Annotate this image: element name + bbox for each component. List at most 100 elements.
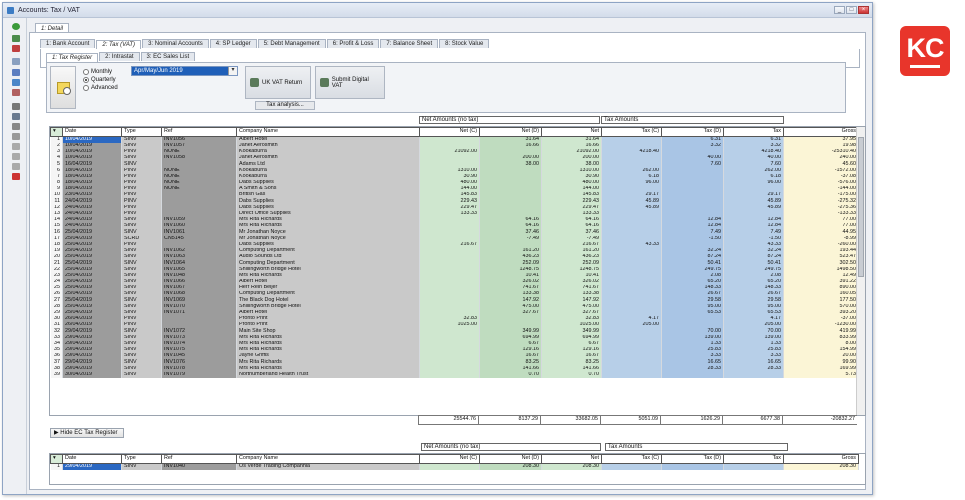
window-title: Accounts: Tax / VAT bbox=[18, 6, 80, 14]
period-advanced-radio[interactable]: Advanced bbox=[83, 85, 118, 91]
tax-c-cell bbox=[601, 371, 662, 378]
ref-cell: INV1040 bbox=[161, 463, 237, 470]
delete-icon[interactable] bbox=[12, 45, 20, 52]
total-cell: 25544.76 bbox=[418, 415, 479, 425]
ec-col-type[interactable]: Type bbox=[121, 454, 162, 464]
radio-selected-icon bbox=[83, 77, 89, 83]
play-icon: ▶ bbox=[54, 430, 59, 436]
exit-icon[interactable] bbox=[12, 173, 20, 180]
ec-col-ref[interactable]: Ref bbox=[161, 454, 237, 464]
print-icon[interactable] bbox=[12, 103, 20, 110]
ec-col-net[interactable]: Net bbox=[541, 454, 602, 464]
tax-amounts-group: Tax Amounts bbox=[601, 116, 784, 124]
refresh-icon[interactable] bbox=[12, 69, 20, 76]
tax-register-table: ▾ Date Type Ref Company Name Net (C) Net… bbox=[50, 127, 859, 378]
tab-tax-register[interactable]: 1: Tax Register bbox=[46, 53, 99, 62]
date-cell: 29/04/2019 bbox=[62, 463, 122, 470]
tax-d-cell bbox=[661, 463, 724, 470]
accounts-window: Accounts: Tax / VAT _ □ × 1: Detail 1: B… bbox=[2, 2, 873, 495]
app-icon bbox=[7, 6, 14, 14]
edit-icon[interactable] bbox=[12, 35, 20, 42]
company-cell: Os Verde Trading Companhia bbox=[236, 463, 420, 470]
col-tax[interactable]: Tax bbox=[723, 127, 784, 137]
table-row[interactable]: 39 30/04/2019 SINV INV1079 Northumberland He… bbox=[50, 371, 859, 378]
ec-col-tax[interactable]: Tax bbox=[723, 454, 784, 464]
net-c-cell bbox=[419, 371, 480, 378]
attach-icon[interactable] bbox=[12, 163, 20, 170]
col-tax-c[interactable]: Tax (C) bbox=[601, 127, 662, 137]
row-number: 39 bbox=[50, 371, 63, 378]
paste-icon[interactable] bbox=[12, 143, 20, 150]
copy-icon[interactable] bbox=[12, 133, 20, 140]
add-icon[interactable] bbox=[12, 23, 20, 30]
totals-bar: 25544.76 8137.29 33682.05 5051.09 1626.29 667… bbox=[418, 415, 857, 425]
uk-vat-return-button[interactable]: UK VAT Return bbox=[245, 66, 311, 99]
net-c-cell bbox=[419, 463, 480, 470]
col-type[interactable]: Type bbox=[121, 127, 162, 137]
tab-balance-sheet[interactable]: 7: Balance Sheet bbox=[380, 39, 439, 48]
tab-stock-value[interactable]: 8: Stock Value bbox=[439, 39, 490, 48]
cut-icon[interactable] bbox=[12, 123, 20, 130]
vertical-scrollbar[interactable] bbox=[856, 127, 865, 415]
ec-col-gross[interactable]: Gross bbox=[783, 454, 859, 464]
net-d-cell: 0.70 bbox=[479, 371, 542, 378]
ec-col-net-d[interactable]: Net (D) bbox=[479, 454, 542, 464]
minimize-button[interactable]: _ bbox=[834, 6, 845, 14]
back-icon[interactable] bbox=[12, 58, 20, 65]
chart-icon[interactable] bbox=[12, 89, 20, 96]
submit-digital-vat-button[interactable]: Submit Digital VAT bbox=[315, 66, 385, 99]
hide-ec-tax-register-button[interactable]: ▶ Hide EC Tax Register bbox=[50, 428, 124, 438]
net-d-cell: 208.30 bbox=[479, 463, 542, 470]
ec-col-tax-d[interactable]: Tax (D) bbox=[661, 454, 724, 464]
col-net-d[interactable]: Net (D) bbox=[479, 127, 542, 137]
tab-ec-sales-list[interactable]: 3: EC Sales List bbox=[140, 52, 196, 61]
total-cell: 6677.38 bbox=[722, 415, 783, 425]
table-row[interactable]: 1 29/04/2019 SINV INV1040 Os Verde Trading C… bbox=[50, 463, 859, 470]
tab-nominal-accounts[interactable]: 3: Nominal Accounts bbox=[142, 39, 209, 48]
ec-tax-register-rows: 1 29/04/2019 SINV INV1040 Os Verde Trading C… bbox=[50, 463, 859, 470]
col-net-c[interactable]: Net (C) bbox=[419, 127, 480, 137]
tab-bank-account[interactable]: 1: Bank Account bbox=[40, 39, 96, 48]
ec-col-company[interactable]: Company Name bbox=[236, 454, 420, 464]
date-cell: 30/04/2019 bbox=[62, 371, 122, 378]
tab-tax-vat[interactable]: 2: Tax (VAT) bbox=[96, 40, 142, 49]
total-cell: 33682.05 bbox=[540, 415, 601, 425]
period-quarterly-radio[interactable]: Quarterly bbox=[83, 77, 116, 83]
tab-intrastat[interactable]: 2: Intrastat bbox=[99, 52, 140, 61]
chevron-down-icon[interactable]: ▾ bbox=[228, 67, 237, 75]
logo-underline bbox=[910, 65, 940, 68]
total-cell: 5051.09 bbox=[600, 415, 661, 425]
radio-icon bbox=[83, 69, 89, 75]
col-ref[interactable]: Ref bbox=[161, 127, 237, 137]
ec-col-net-c[interactable]: Net (C) bbox=[419, 454, 480, 464]
tax-cell bbox=[723, 371, 784, 378]
ec-col-tax-c[interactable]: Tax (C) bbox=[601, 454, 662, 464]
ec-col-date[interactable]: Date bbox=[62, 454, 122, 464]
maximize-button[interactable]: □ bbox=[846, 6, 857, 14]
ec-tax-amounts-group: Tax Amounts bbox=[605, 443, 788, 451]
info-icon[interactable] bbox=[12, 79, 20, 86]
col-net[interactable]: Net bbox=[541, 127, 602, 137]
period-monthly-radio[interactable]: Monthly bbox=[83, 69, 112, 75]
calendar-button[interactable] bbox=[50, 66, 76, 109]
tab-debt-management[interactable]: 5: Debt Management bbox=[257, 39, 326, 48]
ec-filter-icon[interactable]: ▾ bbox=[50, 454, 63, 464]
type-cell: SINV bbox=[121, 371, 162, 378]
email-icon[interactable] bbox=[12, 113, 20, 120]
tab-profit-loss[interactable]: 6: Profit & Loss bbox=[326, 39, 380, 48]
company-cell: Northumberland Health Trust bbox=[236, 371, 420, 378]
tax-analysis-button[interactable]: Tax analysis... bbox=[255, 101, 315, 110]
col-date[interactable]: Date bbox=[62, 127, 122, 137]
note-icon[interactable] bbox=[12, 153, 20, 160]
period-select[interactable]: Apr/May/Jun 2019 ▾ bbox=[131, 66, 238, 76]
scroll-thumb[interactable] bbox=[858, 137, 864, 277]
col-gross[interactable]: Gross bbox=[783, 127, 859, 137]
ec-tax-register-table: ▾ Date Type Ref Company Name Net (C) Net… bbox=[50, 454, 859, 470]
close-button[interactable]: × bbox=[858, 6, 869, 14]
ref-cell: INV1079 bbox=[161, 371, 237, 378]
col-company[interactable]: Company Name bbox=[236, 127, 420, 137]
ec-tax-register-grid: ▾ Date Type Ref Company Name Net (C) Net… bbox=[49, 453, 866, 485]
tab-sp-ledger[interactable]: 4: SP Ledger bbox=[209, 39, 257, 48]
filter-icon[interactable]: ▾ bbox=[50, 127, 63, 137]
col-tax-d[interactable]: Tax (D) bbox=[661, 127, 724, 137]
